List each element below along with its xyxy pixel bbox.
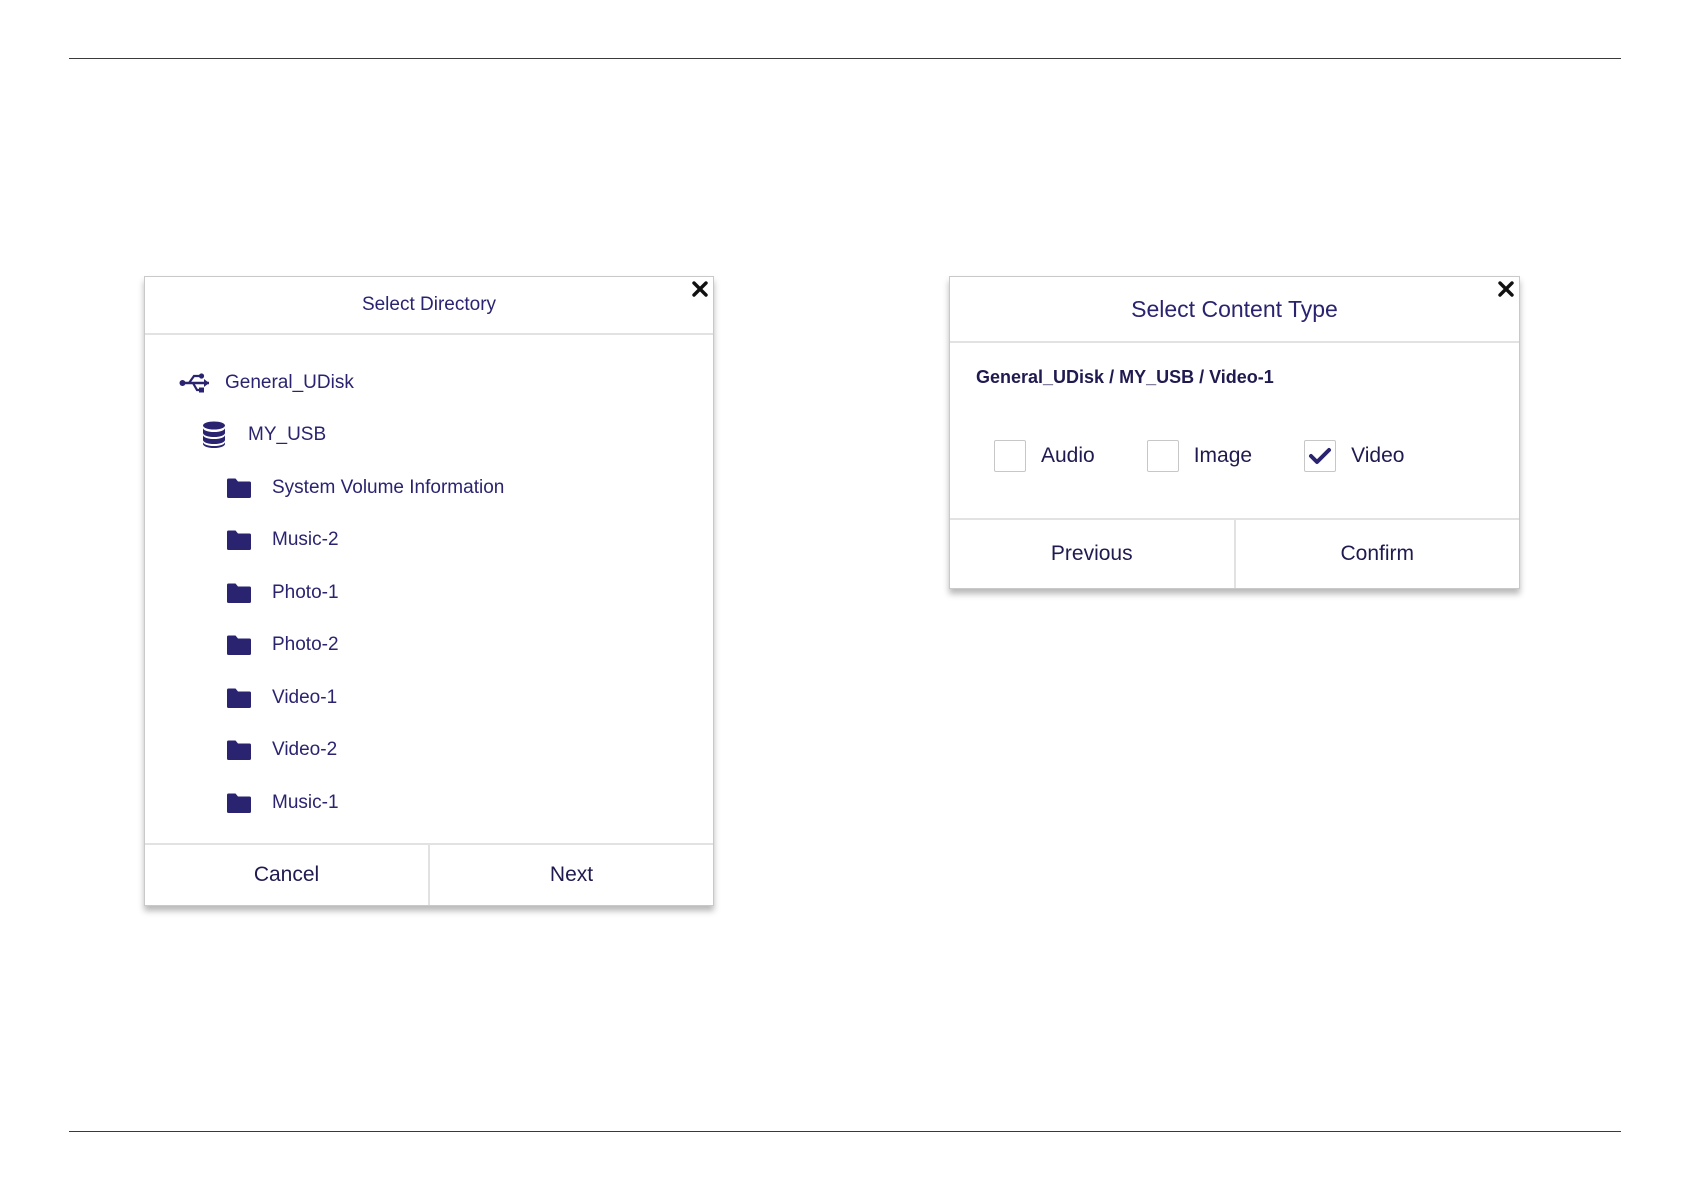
tree-item-folder[interactable]: Photo-1	[226, 578, 339, 608]
tree-item-label: Music-2	[272, 529, 339, 550]
tree-item-general-udisk[interactable]: General_UDisk	[179, 368, 354, 398]
next-button[interactable]: Next	[428, 845, 713, 905]
dialog-footer: Previous Confirm	[950, 520, 1519, 588]
video-checkbox[interactable]	[1304, 440, 1337, 472]
dialog-title: Select Content Type	[1131, 295, 1338, 322]
select-directory-dialog: Select Directory General_UDisk MY_USB Sy…	[144, 276, 714, 906]
option-audio[interactable]: Audio	[994, 440, 1095, 472]
audio-checkbox[interactable]	[994, 440, 1026, 472]
folder-icon	[226, 525, 262, 555]
confirm-button[interactable]: Confirm	[1233, 520, 1520, 588]
dialog-header: Select Content Type	[950, 277, 1519, 343]
folder-icon	[226, 578, 262, 608]
tree-item-folder[interactable]: Music-2	[226, 525, 339, 555]
checkmark-icon	[1309, 448, 1332, 464]
tree-item-folder[interactable]: System Volume Information	[226, 473, 504, 503]
tree-item-folder[interactable]: Video-1	[226, 683, 337, 713]
tree-item-label: Music-1	[272, 792, 339, 813]
bottom-rule	[69, 1131, 1621, 1132]
cancel-button[interactable]: Cancel	[145, 845, 428, 905]
tree-item-label: General_UDisk	[225, 372, 354, 393]
database-icon	[202, 420, 238, 450]
dialog-footer: Cancel Next	[145, 843, 713, 905]
option-label: Audio	[1041, 444, 1095, 467]
tree-item-label: MY_USB	[248, 424, 327, 445]
selected-path: General_UDisk / MY_USB / Video-1	[976, 367, 1274, 387]
tree-item-label: Photo-1	[272, 582, 339, 603]
dialog-header: Select Directory	[145, 277, 713, 335]
close-icon[interactable]	[691, 280, 709, 298]
tree-item-my-usb[interactable]: MY_USB	[202, 420, 326, 450]
tree-item-folder[interactable]: Photo-2	[226, 630, 339, 660]
close-icon[interactable]	[1497, 280, 1515, 298]
folder-icon	[226, 473, 262, 503]
tree-item-folder[interactable]: Music-1	[226, 788, 339, 818]
content-type-options: Audio Image Video	[994, 440, 1456, 472]
folder-icon	[226, 788, 262, 818]
folder-icon	[226, 683, 262, 713]
tree-item-label: Video-1	[272, 687, 338, 708]
option-video[interactable]: Video	[1304, 440, 1404, 472]
previous-button[interactable]: Previous	[950, 520, 1234, 588]
top-rule	[69, 58, 1621, 59]
option-label: Video	[1351, 444, 1405, 467]
usb-icon	[179, 368, 215, 398]
folder-icon	[226, 735, 262, 765]
tree-item-label: System Volume Information	[272, 477, 505, 498]
select-content-type-dialog: Select Content Type General_UDisk / MY_U…	[949, 276, 1520, 589]
tree-item-folder[interactable]: Video-2	[226, 735, 337, 765]
option-image[interactable]: Image	[1146, 440, 1253, 472]
dialog-title: Select Directory	[361, 294, 497, 315]
option-label: Image	[1193, 444, 1253, 467]
tree-item-label: Video-2	[272, 739, 338, 760]
folder-icon	[226, 630, 262, 660]
tree-item-label: Photo-2	[272, 634, 339, 655]
image-checkbox[interactable]	[1146, 440, 1179, 472]
